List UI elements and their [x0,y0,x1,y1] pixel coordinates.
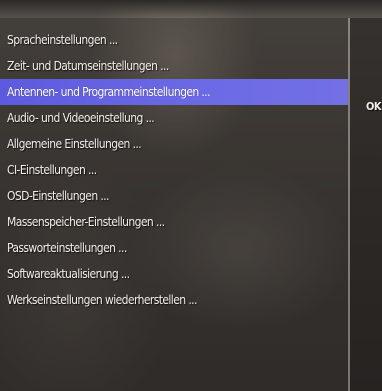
menu-item-general[interactable]: Allgemeine Einstellungen ... [0,131,348,157]
menu-item-osd[interactable]: OSD-Einstellungen ... [0,183,348,209]
ok-hint-label: OK [366,100,382,113]
menu-item-mass-storage[interactable]: Massenspeicher-Einstellungen ... [0,209,348,235]
menu-item-software-update[interactable]: Softwareaktualisierung ... [0,261,348,287]
settings-menu-list: Spracheinstellungen ... Zeit- und Datums… [0,27,348,313]
menu-item-factory-reset[interactable]: Werkseinstellungen wiederherstellen ... [0,287,348,313]
menu-item-audio-video[interactable]: Audio- und Videoeinstellung ... [0,105,348,131]
side-hint-panel [350,18,382,391]
tv-screen: Spracheinstellungen ... Zeit- und Datums… [0,0,382,391]
menu-item-time-date[interactable]: Zeit- und Datumseinstellungen ... [0,53,348,79]
top-strip [0,0,382,18]
menu-item-antenna-channels[interactable]: Antennen- und Programmeinstellungen ... [0,79,348,105]
menu-item-password[interactable]: Passworteinstellungen ... [0,235,348,261]
menu-item-language[interactable]: Spracheinstellungen ... [0,27,348,53]
menu-item-ci[interactable]: CI-Einstellungen ... [0,157,348,183]
